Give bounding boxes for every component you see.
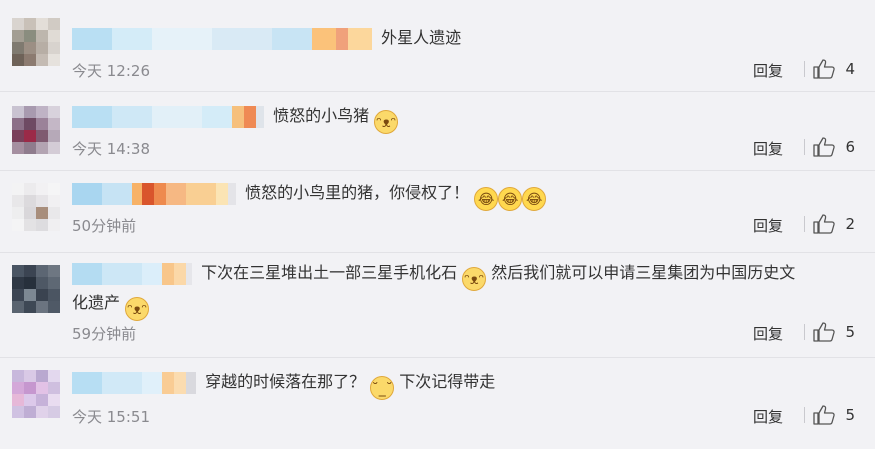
- sweat-smile-emoji-icon: ˘_˘: [370, 376, 395, 400]
- comment-text: 下次在三星堆出土一部三星手机化石: [201, 263, 458, 282]
- like-count: 5: [845, 406, 855, 424]
- thumbs-up-icon[interactable]: [813, 137, 835, 157]
- avatar[interactable]: [12, 183, 60, 231]
- reply-button[interactable]: 回复: [753, 60, 783, 81]
- comment-item: 穿越的时候落在那了？ ˘_˘ 下次记得带走 今天 15:51 回复 5: [0, 358, 875, 449]
- username-blurred[interactable]: [72, 27, 372, 50]
- thumbs-up-icon[interactable]: [813, 405, 835, 425]
- username-blurred[interactable]: [72, 182, 236, 205]
- reply-button[interactable]: 回复: [753, 323, 783, 344]
- divider: [804, 139, 805, 155]
- comment-time: 今天 15:51: [72, 408, 150, 426]
- comment-text-line: 下次在三星堆出土一部三星手机化石 ᵔᴥᵔ 然后我们就可以申请三星集团为中国历史文: [72, 259, 855, 291]
- comment-text-line: 穿越的时候落在那了？ ˘_˘ 下次记得带走: [72, 368, 855, 400]
- like-count: 5: [845, 323, 855, 341]
- comment-text-continued: 然后我们就可以申请三星集团为中国历史文: [491, 263, 796, 282]
- avatar[interactable]: [12, 370, 60, 418]
- comment-text-line2: 化遗产 ᵔᴥᵔ: [72, 289, 150, 321]
- comment-text: 外星人遗迹: [381, 28, 462, 47]
- comment-item: 愤怒的小鸟里的猪，你侵权了！ 😂 😂 😂 50分钟前 回复 2: [0, 171, 875, 253]
- comment-text: 愤怒的小鸟猪: [273, 106, 370, 125]
- thumbs-up-icon[interactable]: [813, 214, 835, 234]
- comment-text: 穿越的时候落在那了？: [205, 372, 366, 391]
- comment-time: 今天 14:38: [72, 140, 150, 158]
- divider: [804, 61, 805, 77]
- avatar[interactable]: [12, 18, 60, 66]
- reply-button[interactable]: 回复: [753, 215, 783, 236]
- comment-item: 外星人遗迹 今天 12:26 回复 4: [0, 0, 875, 92]
- dog-face-emoji-icon: ᵔᴥᵔ: [374, 110, 399, 134]
- comment-time: 50分钟前: [72, 217, 137, 235]
- comment-text: 愤怒的小鸟里的猪，你侵权了！: [245, 183, 470, 202]
- like-count: 6: [845, 138, 855, 156]
- username-blurred[interactable]: [72, 371, 196, 394]
- divider: [804, 407, 805, 423]
- dog-face-emoji-icon: ᵔᴥᵔ: [462, 267, 487, 291]
- thumbs-up-icon[interactable]: [813, 322, 835, 342]
- reply-button[interactable]: 回复: [753, 406, 783, 427]
- comment-text-continued: 化遗产: [72, 293, 121, 312]
- comment-item: 下次在三星堆出土一部三星手机化石 ᵔᴥᵔ 然后我们就可以申请三星集团为中国历史文…: [0, 253, 875, 358]
- username-blurred[interactable]: [72, 262, 192, 285]
- laughing-tears-emoji-icon: 😂: [498, 187, 523, 211]
- laughing-tears-emoji-icon: 😂: [474, 187, 499, 211]
- username-blurred[interactable]: [72, 105, 264, 128]
- divider: [804, 324, 805, 340]
- thumbs-up-icon[interactable]: [813, 59, 835, 79]
- comment-item: 愤怒的小鸟猪 ᵔᴥᵔ 今天 14:38 回复 6: [0, 92, 875, 171]
- comment-time: 59分钟前: [72, 325, 137, 343]
- comment-time: 今天 12:26: [72, 62, 150, 80]
- like-count: 2: [845, 215, 855, 233]
- comment-text-line: 愤怒的小鸟里的猪，你侵权了！ 😂 😂 😂: [72, 179, 855, 211]
- comment-text-line: 愤怒的小鸟猪 ᵔᴥᵔ: [72, 102, 855, 134]
- laughing-tears-emoji-icon: 😂: [522, 187, 547, 211]
- comment-text-continued: 下次记得带走: [399, 372, 496, 391]
- comment-text-line: 外星人遗迹: [72, 24, 855, 52]
- like-count: 4: [845, 60, 855, 78]
- dog-face-emoji-icon: ᵔᴥᵔ: [125, 297, 150, 321]
- reply-button[interactable]: 回复: [753, 138, 783, 159]
- divider: [804, 216, 805, 232]
- avatar[interactable]: [12, 265, 60, 313]
- avatar[interactable]: [12, 106, 60, 154]
